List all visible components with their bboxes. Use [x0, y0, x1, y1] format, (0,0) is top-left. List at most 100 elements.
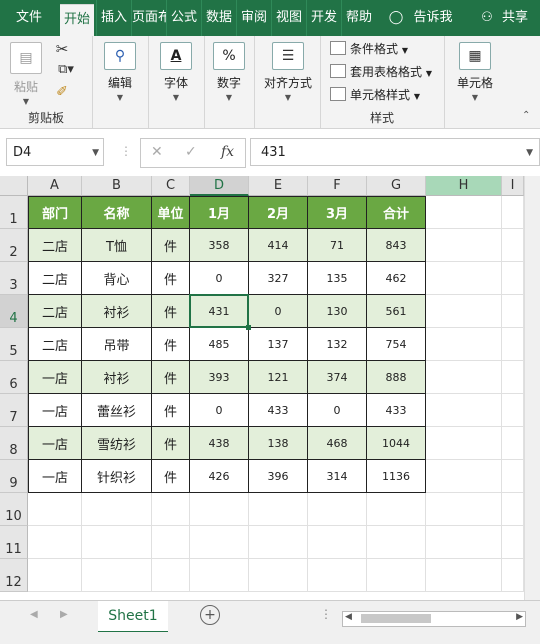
table-cell[interactable]: 754	[367, 328, 426, 361]
empty-cell[interactable]	[367, 526, 426, 559]
paste-button[interactable]: ▤ 粘贴 ▼	[6, 42, 46, 106]
table-cell[interactable]: 件	[152, 394, 190, 427]
empty-cell[interactable]	[249, 526, 308, 559]
insert-function-icon[interactable]: fx	[221, 144, 234, 160]
name-box[interactable]: D4 ▼	[6, 138, 104, 166]
empty-cell[interactable]	[502, 361, 524, 394]
empty-cell[interactable]	[152, 559, 190, 592]
table-header-cell[interactable]: 名称	[82, 196, 152, 229]
empty-cell[interactable]	[426, 394, 502, 427]
table-cell[interactable]: 327	[249, 262, 308, 295]
empty-cell[interactable]	[426, 229, 502, 262]
scroll-right-icon[interactable]: ▶	[60, 609, 68, 620]
row-header[interactable]: 10	[0, 493, 28, 526]
number-button[interactable]: % 数字 ▼	[211, 42, 247, 102]
table-cell[interactable]: 件	[152, 229, 190, 262]
column-header[interactable]: G	[367, 176, 426, 196]
table-cell[interactable]: 一店	[28, 460, 82, 493]
sheet-tab-sheet1[interactable]: Sheet1	[98, 601, 168, 633]
empty-cell[interactable]	[308, 526, 367, 559]
table-cell[interactable]: 138	[249, 427, 308, 460]
table-cell[interactable]: 137	[249, 328, 308, 361]
column-header[interactable]: F	[308, 176, 367, 196]
table-cell[interactable]: 一店	[28, 394, 82, 427]
table-cell[interactable]: 71	[308, 229, 367, 262]
table-cell[interactable]: 件	[152, 460, 190, 493]
table-cell[interactable]: 一店	[28, 427, 82, 460]
table-cell[interactable]: 二店	[28, 295, 82, 328]
row-header[interactable]: 1	[0, 196, 28, 229]
add-sheet-icon[interactable]: +	[200, 605, 220, 625]
tab-home[interactable]: 开始	[60, 4, 94, 37]
table-cell[interactable]: 件	[152, 295, 190, 328]
copy-icon[interactable]: ⧉▾	[52, 62, 80, 77]
tab-help[interactable]: 帮助	[341, 0, 376, 36]
table-cell[interactable]: 414	[249, 229, 308, 262]
row-header[interactable]: 3	[0, 262, 28, 295]
cells-button[interactable]: ▦ 单元格 ▼	[450, 42, 500, 102]
table-cell[interactable]: 0	[190, 262, 249, 295]
table-cell[interactable]: 433	[367, 394, 426, 427]
table-header-cell[interactable]: 部门	[28, 196, 82, 229]
table-cell[interactable]: 二店	[28, 262, 82, 295]
empty-cell[interactable]	[502, 427, 524, 460]
empty-cell[interactable]	[426, 328, 502, 361]
alignment-button[interactable]: ☰ 对齐方式 ▼	[258, 42, 318, 102]
table-cell[interactable]: 888	[367, 361, 426, 394]
table-header-cell[interactable]: 2月	[249, 196, 308, 229]
table-header-cell[interactable]: 合计	[367, 196, 426, 229]
table-cell[interactable]: 132	[308, 328, 367, 361]
collapse-ribbon-icon[interactable]: ⌃	[522, 110, 530, 121]
table-cell[interactable]: 393	[190, 361, 249, 394]
fill-handle[interactable]	[246, 325, 251, 330]
column-header[interactable]: C	[152, 176, 190, 196]
table-cell[interactable]: 件	[152, 328, 190, 361]
table-cell[interactable]: 438	[190, 427, 249, 460]
empty-cell[interactable]	[502, 229, 524, 262]
row-header[interactable]: 12	[0, 559, 28, 592]
share-button[interactable]: 共享	[496, 0, 534, 36]
scroll-right-icon[interactable]: ▶	[516, 612, 523, 622]
empty-cell[interactable]	[190, 526, 249, 559]
table-header-cell[interactable]: 单位	[152, 196, 190, 229]
tab-data[interactable]: 数据	[201, 0, 236, 36]
column-header[interactable]: D	[190, 176, 249, 196]
row-header[interactable]: 9	[0, 460, 28, 493]
empty-cell[interactable]	[502, 394, 524, 427]
table-cell[interactable]: T恤	[82, 229, 152, 262]
empty-cell[interactable]	[190, 559, 249, 592]
empty-cell[interactable]	[426, 460, 502, 493]
scroll-left-icon[interactable]: ◀	[345, 612, 352, 622]
horizontal-scrollbar[interactable]: ◀ ▶	[342, 611, 526, 627]
empty-cell[interactable]	[308, 493, 367, 526]
row-header[interactable]: 7	[0, 394, 28, 427]
table-cell[interactable]: 雪纺衫	[82, 427, 152, 460]
empty-cell[interactable]	[82, 559, 152, 592]
cell-styles-button[interactable]: 单元格样式 ▼	[330, 86, 420, 103]
format-as-table-button[interactable]: 套用表格格式 ▼	[330, 63, 432, 80]
row-header[interactable]: 8	[0, 427, 28, 460]
empty-cell[interactable]	[502, 328, 524, 361]
empty-cell[interactable]	[28, 526, 82, 559]
empty-cell[interactable]	[28, 493, 82, 526]
table-cell[interactable]: 0	[190, 394, 249, 427]
empty-cell[interactable]	[249, 493, 308, 526]
row-header[interactable]: 4	[0, 295, 28, 328]
tab-review[interactable]: 审阅	[236, 0, 271, 36]
scrollbar-thumb[interactable]	[361, 614, 431, 623]
empty-cell[interactable]	[28, 559, 82, 592]
table-cell[interactable]: 蕾丝衫	[82, 394, 152, 427]
table-cell[interactable]: 背心	[82, 262, 152, 295]
empty-cell[interactable]	[502, 526, 524, 559]
editing-button[interactable]: ⚲ 编辑 ▼	[102, 42, 138, 102]
cancel-icon[interactable]: ✕	[151, 144, 163, 160]
empty-cell[interactable]	[426, 262, 502, 295]
table-header-cell[interactable]: 3月	[308, 196, 367, 229]
table-cell[interactable]: 468	[308, 427, 367, 460]
empty-cell[interactable]	[426, 361, 502, 394]
table-cell[interactable]: 衬衫	[82, 295, 152, 328]
table-cell[interactable]: 426	[190, 460, 249, 493]
empty-cell[interactable]	[426, 493, 502, 526]
table-cell[interactable]: 吊带	[82, 328, 152, 361]
font-button[interactable]: A 字体 ▼	[158, 42, 194, 102]
